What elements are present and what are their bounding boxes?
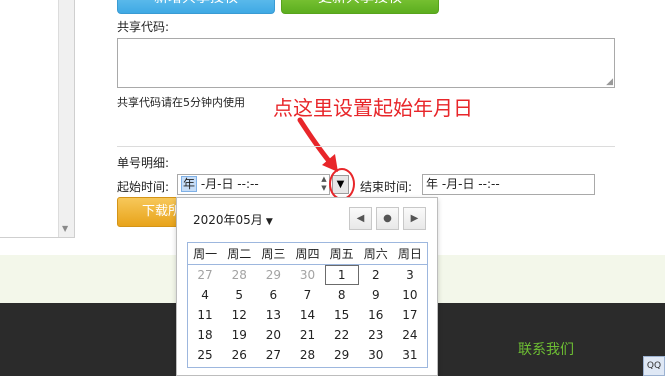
weekday-label: 周五 [329, 247, 354, 261]
today-button[interactable]: ● [376, 207, 399, 230]
calendar-week: 4 5 6 7 8 9 10 [188, 285, 427, 305]
calendar-day[interactable]: 29 [256, 265, 290, 285]
calendar-day[interactable]: 10 [393, 285, 427, 305]
weekday-label: 周一 [193, 247, 218, 261]
calendar-day[interactable]: 16 [359, 305, 393, 325]
calendar-day[interactable]: 6 [256, 285, 290, 305]
calendar-day[interactable]: 28 [222, 265, 256, 285]
calendar-day[interactable]: 29 [325, 345, 359, 365]
next-month-button[interactable]: ▶ [403, 207, 426, 230]
calendar-day[interactable]: 2 [359, 265, 393, 285]
calendar-day[interactable]: 17 [393, 305, 427, 325]
calendar-day[interactable]: 31 [393, 345, 427, 365]
calendar-day[interactable]: 5 [222, 285, 256, 305]
weekday-label: 周日 [397, 247, 422, 261]
calendar-day[interactable]: 14 [290, 305, 324, 325]
calendar-day[interactable]: 30 [359, 345, 393, 365]
qq-icon[interactable]: QQ [643, 356, 665, 376]
calendar-day[interactable]: 20 [256, 325, 290, 345]
section-divider [117, 146, 615, 147]
calendar-day[interactable]: 25 [188, 345, 222, 365]
calendar-week: 11 12 13 14 15 16 17 [188, 305, 427, 325]
calendar-day[interactable]: 26 [222, 345, 256, 365]
calendar-day[interactable]: 13 [256, 305, 290, 325]
calendar-day[interactable]: 27 [256, 345, 290, 365]
highlight-circle [329, 168, 355, 200]
contact-us-link[interactable]: 联系我们 [518, 339, 574, 359]
calendar-day[interactable]: 21 [290, 325, 324, 345]
end-time-label: 结束时间: [360, 180, 413, 194]
calendar-grid: 周一 周二 周三 周四 周五 周六 周日 27 28 29 30 1 2 3 4… [187, 242, 428, 368]
calendar-week: 27 28 29 30 1 2 3 [188, 265, 427, 285]
calendar-day[interactable]: 15 [325, 305, 359, 325]
month-selector[interactable]: 2020年05月 ▼ [193, 211, 273, 228]
calendar-day[interactable]: 9 [359, 285, 393, 305]
calendar-day[interactable]: 8 [325, 285, 359, 305]
start-rest-segment[interactable]: -月-日 --:-- [197, 177, 259, 191]
calendar-day[interactable]: 19 [222, 325, 256, 345]
end-time-input[interactable]: 年 -月-日 --:-- [422, 174, 595, 195]
weekday-label: 周六 [363, 247, 388, 261]
calendar-day[interactable]: 27 [188, 265, 222, 285]
calendar-day[interactable]: 22 [325, 325, 359, 345]
detail-section-label: 单号明细: [117, 156, 170, 170]
prev-month-button[interactable]: ◀ [349, 207, 372, 230]
weekday-label: 周二 [227, 247, 252, 261]
calendar-day[interactable]: 7 [290, 285, 324, 305]
weekday-label: 周四 [295, 247, 320, 261]
start-time-input[interactable]: 年 -月-日 --:-- [177, 174, 330, 195]
calendar-day[interactable]: 28 [290, 345, 324, 365]
calendar-week: 25 26 27 28 29 30 31 [188, 345, 427, 365]
calendar-day[interactable]: 23 [359, 325, 393, 345]
calendar-week: 18 19 20 21 22 23 24 [188, 325, 427, 345]
calendar-day-selected[interactable]: 1 [324, 265, 359, 285]
calendar-day[interactable]: 4 [188, 285, 222, 305]
calendar-day[interactable]: 11 [188, 305, 222, 325]
calendar-day[interactable]: 24 [393, 325, 427, 345]
calendar-day[interactable]: 12 [222, 305, 256, 325]
date-picker-popup: 2020年05月 ▼ ◀ ● ▶ 周一 周二 周三 周四 周五 周六 周日 27 … [176, 197, 438, 376]
calendar-day[interactable]: 18 [188, 325, 222, 345]
calendar-day[interactable]: 3 [393, 265, 427, 285]
start-year-segment[interactable]: 年 [181, 176, 198, 192]
weekday-label: 周三 [261, 247, 286, 261]
month-label: 2020年05月 [193, 213, 263, 227]
start-time-label: 起始时间: [117, 180, 170, 194]
calendar-day[interactable]: 30 [290, 265, 324, 285]
weekday-header: 周一 周二 周三 周四 周五 周六 周日 [188, 243, 427, 265]
month-caret-icon: ▼ [265, 217, 273, 227]
